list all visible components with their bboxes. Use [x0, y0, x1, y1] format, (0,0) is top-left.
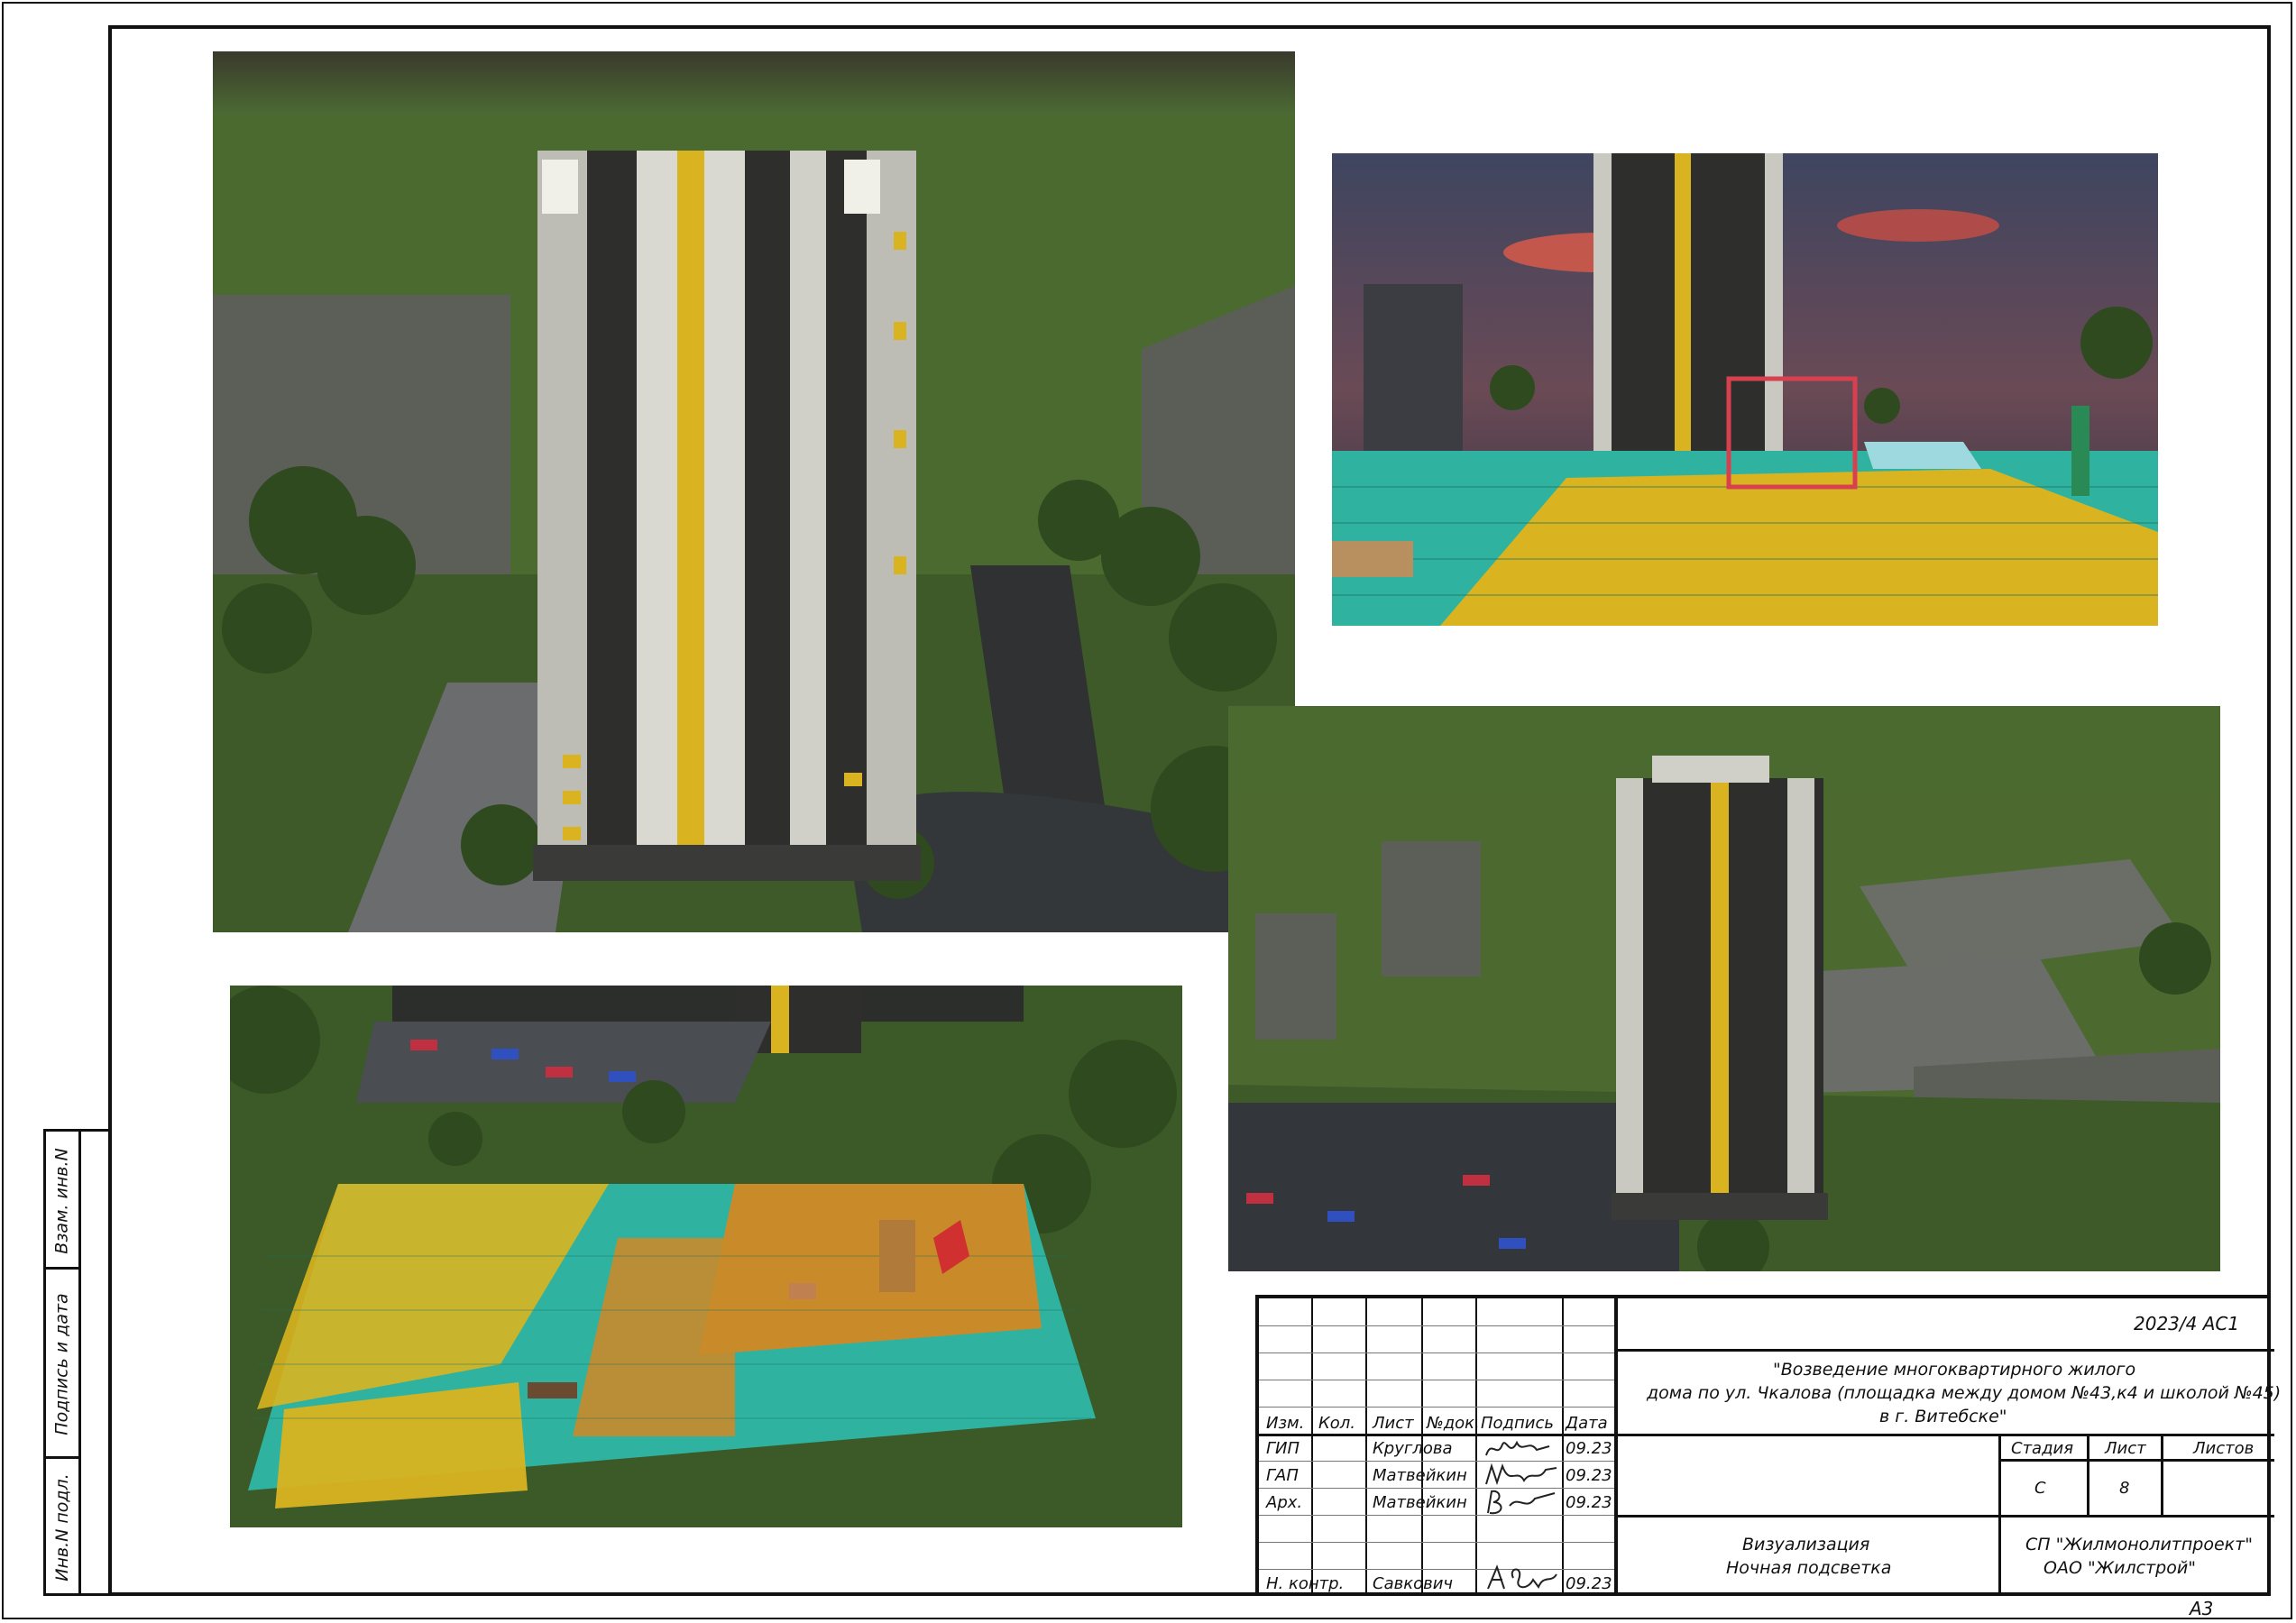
title-block: 2023/4 АС1 "Возведение многоквартирного …: [1255, 1295, 2281, 1596]
tb-hline: [1259, 1542, 1614, 1543]
tb-hline-header: [1259, 1434, 1614, 1436]
date-nkontr: 09.23: [1566, 1574, 1612, 1593]
role-arh: Арх.: [1266, 1493, 1303, 1512]
name-gip: Круглова: [1373, 1439, 1453, 1458]
tb-vline-right: [2161, 1434, 2163, 1515]
format-label: А3: [2190, 1598, 2214, 1619]
name-arh: Матвейкин: [1373, 1493, 1467, 1512]
signature-arh: [1487, 1490, 1556, 1515]
drawing-code: 2023/4 АС1: [2134, 1313, 2240, 1334]
org-line1: СП "Жилмонолитпроект": [2025, 1535, 2253, 1554]
role-gap: ГАП: [1266, 1466, 1299, 1485]
side-stamp-divider: [78, 1132, 81, 1593]
signature-gip: [1485, 1440, 1550, 1456]
side-label-inv: Инв.N подл.: [46, 1459, 78, 1596]
org-line2: ОАО "Жилстрой": [2043, 1558, 2196, 1578]
tb-hline-right: [1614, 1434, 2274, 1436]
name-gap: Матвейкин: [1373, 1466, 1467, 1485]
tb-vline-main: [1614, 1298, 1618, 1596]
drawing-name-line1: Визуализация: [1742, 1535, 1870, 1554]
date-gip: 09.23: [1566, 1439, 1612, 1458]
signature-nkontr: [1487, 1564, 1557, 1590]
drawing-name-line2: Ночная подсветка: [1726, 1558, 1892, 1578]
sheet-header: Лист: [2105, 1439, 2146, 1458]
side-label-podpis: Подпись и дата: [46, 1270, 78, 1459]
signature-gap: [1485, 1463, 1557, 1486]
tb-hline: [1259, 1569, 1614, 1570]
tb-hline-right: [1998, 1459, 2274, 1462]
tb-hline: [1259, 1352, 1614, 1353]
tb-hline: [1259, 1515, 1614, 1516]
render-playground-night: [230, 986, 1182, 1527]
header-list: Лист: [1373, 1414, 1414, 1433]
role-nkontr: Н. контр.: [1266, 1574, 1345, 1593]
tb-hline: [1259, 1325, 1614, 1326]
header-ndok: №док.: [1427, 1414, 1480, 1433]
tb-hline-right: [1614, 1515, 2274, 1518]
project-title-line1: "Возведение многоквартирного жилого: [1773, 1360, 2136, 1380]
sheet-value: 8: [2119, 1479, 2130, 1498]
tb-vline-right: [2087, 1434, 2089, 1515]
tb-vline: [1475, 1298, 1477, 1596]
role-gip: ГИП: [1266, 1439, 1300, 1458]
header-izm: Изм.: [1266, 1414, 1305, 1433]
tb-hline: [1259, 1488, 1614, 1489]
tb-vline-right: [1998, 1434, 2001, 1596]
header-kol: Кол.: [1318, 1414, 1356, 1433]
header-data: Дата: [1566, 1414, 1608, 1433]
tb-hline-right: [1614, 1349, 2274, 1352]
render-playground-sunset: [1332, 153, 2158, 626]
render-tower-aerial: [213, 51, 1295, 932]
inv-podl-text: Инв.N подл.: [52, 1473, 72, 1582]
tb-vline: [1365, 1298, 1367, 1596]
render-tower-distant: [1228, 706, 2220, 1271]
header-podpis: Подпись: [1481, 1414, 1554, 1433]
tb-vline: [1562, 1298, 1564, 1596]
podpis-data-text: Подпись и дата: [52, 1293, 73, 1435]
date-gap: 09.23: [1566, 1466, 1612, 1485]
project-title-line3: в г. Витебске": [1879, 1407, 2007, 1426]
project-title-line2: дома по ул. Чкалова (площадка между домо…: [1647, 1383, 2282, 1403]
tb-hline: [1259, 1461, 1614, 1462]
tb-vline: [1311, 1298, 1313, 1596]
side-stamp: Взам. инв.N Подпись и дата Инв.N подл.: [43, 1129, 108, 1596]
date-arh: 09.23: [1566, 1493, 1612, 1512]
tb-hline: [1259, 1407, 1614, 1408]
sheets-header: Листов: [2193, 1439, 2255, 1458]
vzam-text: Взам. инв.N: [52, 1147, 73, 1254]
side-label-vzam: Взам. инв.N: [46, 1132, 78, 1270]
name-nkontr: Савкович: [1373, 1574, 1454, 1593]
stage-header: Стадия: [2011, 1439, 2074, 1458]
stage-value: С: [2034, 1479, 2046, 1498]
